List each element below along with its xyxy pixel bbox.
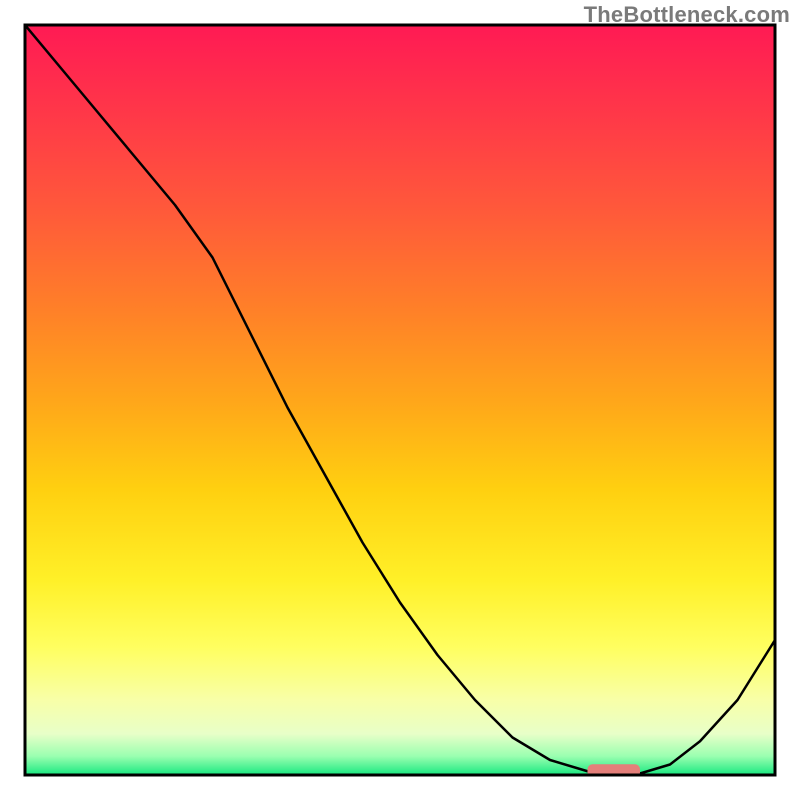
plot-background: [25, 25, 775, 775]
chart-container: TheBottleneck.com: [0, 0, 800, 800]
bottleneck-chart: [0, 0, 800, 800]
watermark-label: TheBottleneck.com: [584, 2, 790, 28]
